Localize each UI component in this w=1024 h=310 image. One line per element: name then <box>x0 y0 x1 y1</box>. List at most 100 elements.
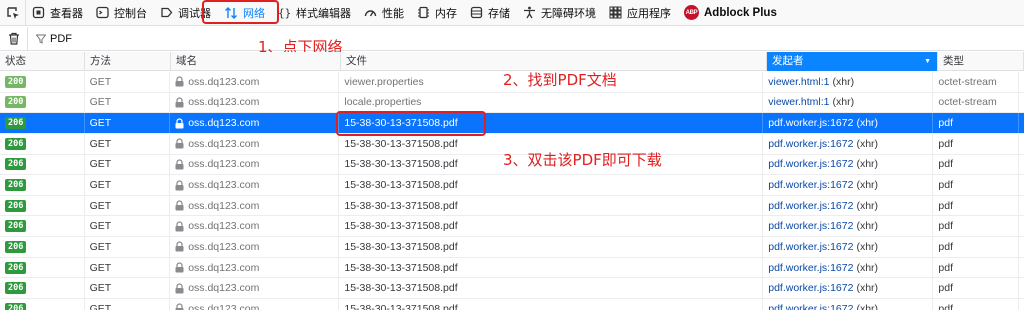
domain-text: oss.dq123.com <box>188 302 260 310</box>
table-row[interactable]: 206 GET oss.dq123.com 15-38-30-13-371508.pd… <box>0 113 1024 134</box>
initiator-cell: pdf.worker.js:1672 (xhr) <box>763 257 934 278</box>
status-badge: 206 <box>5 282 27 295</box>
table-row[interactable]: 206 GET oss.dq123.com 15-38-30-13-371508.pd… <box>0 237 1024 258</box>
status-badge: 206 <box>5 199 27 212</box>
tab-style-editor[interactable]: {} 样式编辑器 <box>272 0 358 26</box>
file-name: 15-38-30-13-371508.pdf <box>344 137 458 150</box>
table-row[interactable]: 206 GET oss.dq123.com 15-38-30-13-371508.pd… <box>0 175 1024 196</box>
tab-memory[interactable]: 内存 <box>411 0 464 26</box>
initiator-cause: (xhr) <box>856 240 879 253</box>
initiator-cell: pdf.worker.js:1672 (xhr) <box>763 195 934 216</box>
row-filler <box>1019 155 1024 175</box>
column-header-type[interactable]: 类型 <box>938 52 1024 71</box>
initiator-link[interactable]: viewer.html:1 <box>768 76 829 88</box>
status-cell: 206 <box>0 299 85 310</box>
clear-button[interactable] <box>0 26 28 51</box>
file-name: 15-38-30-13-371508.pdf <box>344 261 458 274</box>
table-row[interactable]: 206 GET oss.dq123.com 15-38-30-13-371508.pd… <box>0 216 1024 238</box>
domain-text: oss.dq123.com <box>188 220 260 233</box>
domain-text: oss.dq123.com <box>188 282 260 295</box>
initiator-link[interactable]: pdf.worker.js:1672 <box>768 117 853 129</box>
svg-text:{}: {} <box>278 7 291 20</box>
tab-performance[interactable]: 性能 <box>358 0 411 26</box>
column-header-method[interactable]: 方法 <box>85 52 171 71</box>
initiator-link[interactable]: pdf.worker.js:1672 <box>768 220 853 232</box>
type-cell: pdf <box>933 133 1019 154</box>
file-cell: 15-38-30-13-371508.pdf <box>339 257 764 278</box>
initiator-link[interactable]: viewer.html:1 <box>768 96 829 108</box>
tab-storage[interactable]: 存储 <box>464 0 517 26</box>
domain-cell: oss.dq123.com <box>170 299 340 310</box>
type-cell: pdf <box>933 216 1019 237</box>
element-picker-button[interactable] <box>0 0 26 26</box>
initiator-link[interactable]: pdf.worker.js:1672 <box>768 158 853 170</box>
file-cell: 15-38-30-13-371508.pdf <box>339 237 764 257</box>
row-filler <box>1019 93 1024 113</box>
lock-icon <box>175 76 184 87</box>
status-badge: 206 <box>5 240 27 253</box>
file-name: 15-38-30-13-371508.pdf <box>344 220 458 233</box>
status-cell: 200 <box>0 72 85 92</box>
method-cell: GET <box>85 237 171 257</box>
table-row[interactable]: 200 GET oss.dq123.com locale.properties view… <box>0 92 1024 114</box>
file-cell: locale.properties <box>339 92 764 113</box>
initiator-cell: pdf.worker.js:1672 (xhr) <box>763 278 934 299</box>
tab-inspector[interactable]: 查看器 <box>26 0 90 26</box>
trash-icon <box>8 32 19 45</box>
status-cell: 206 <box>0 278 85 299</box>
column-header-status[interactable]: 状态 <box>0 52 85 71</box>
initiator-link[interactable]: pdf.worker.js:1672 <box>768 241 853 253</box>
column-header-domain[interactable]: 域名 <box>171 52 341 71</box>
column-header-initiator-label: 发起者 <box>772 55 804 67</box>
initiator-link[interactable]: pdf.worker.js:1672 <box>768 179 853 191</box>
initiator-link[interactable]: pdf.worker.js:1672 <box>768 303 853 310</box>
table-row[interactable]: 206 GET oss.dq123.com 15-38-30-13-371508.pd… <box>0 195 1024 217</box>
row-filler <box>1019 134 1024 154</box>
tab-console[interactable]: 控制台 <box>90 0 154 26</box>
status-cell: 206 <box>0 257 85 278</box>
initiator-link[interactable]: pdf.worker.js:1672 <box>768 262 853 274</box>
method-cell: GET <box>85 92 171 113</box>
lock-icon <box>175 200 184 211</box>
initiator-cause: (xhr) <box>856 302 879 310</box>
method-cell: GET <box>85 195 171 216</box>
initiator-cause: (xhr) <box>856 282 879 295</box>
method-cell: GET <box>85 72 171 92</box>
file-name: 15-38-30-13-371508.pdf <box>344 240 458 253</box>
file-name: 15-38-30-13-371508.pdf <box>344 158 458 171</box>
lock-icon <box>175 241 184 252</box>
table-row[interactable]: 206 GET oss.dq123.com 15-38-30-13-371508.pd… <box>0 257 1024 279</box>
debugger-icon <box>161 7 173 18</box>
type-cell: pdf <box>933 154 1019 175</box>
status-cell: 206 <box>0 113 85 133</box>
status-badge: 206 <box>5 261 27 274</box>
tab-application[interactable]: 应用程序 <box>603 0 678 26</box>
tab-adblock-plus[interactable]: ABP Adblock Plus <box>678 0 784 26</box>
tab-label: 内存 <box>435 7 457 20</box>
table-row[interactable]: 206 GET oss.dq123.com 15-38-30-13-371508.pd… <box>0 278 1024 300</box>
lock-icon <box>175 303 184 310</box>
domain-text: oss.dq123.com <box>188 117 260 130</box>
row-filler <box>1019 175 1024 195</box>
initiator-cell: viewer.html:1 (xhr) <box>763 92 934 113</box>
initiator-link[interactable]: pdf.worker.js:1672 <box>768 138 853 150</box>
domain-text: oss.dq123.com <box>188 240 260 253</box>
tab-accessibility[interactable]: 无障碍环境 <box>517 0 603 26</box>
type-cell: pdf <box>933 278 1019 299</box>
column-header-initiator[interactable]: 发起者 ▼ <box>767 52 938 71</box>
lock-icon <box>175 118 184 129</box>
initiator-cell: pdf.worker.js:1672 (xhr) <box>763 299 934 310</box>
adblock-icon: ABP <box>684 5 699 20</box>
file-cell: 15-38-30-13-371508.pdf <box>339 216 764 237</box>
sort-descending-icon: ▼ <box>924 58 931 65</box>
method-cell: GET <box>85 175 171 195</box>
application-icon <box>609 6 622 19</box>
lock-icon <box>175 97 184 108</box>
file-cell: 15-38-30-13-371508.pdf <box>339 278 764 299</box>
initiator-link[interactable]: pdf.worker.js:1672 <box>768 200 853 212</box>
initiator-link[interactable]: pdf.worker.js:1672 <box>768 282 853 294</box>
tab-label: 无障碍环境 <box>541 7 596 20</box>
initiator-cause: (xhr) <box>856 158 879 171</box>
domain-cell: oss.dq123.com <box>170 133 340 154</box>
table-row[interactable]: 206 GET oss.dq123.com 15-38-30-13-371508.pd… <box>0 299 1024 310</box>
